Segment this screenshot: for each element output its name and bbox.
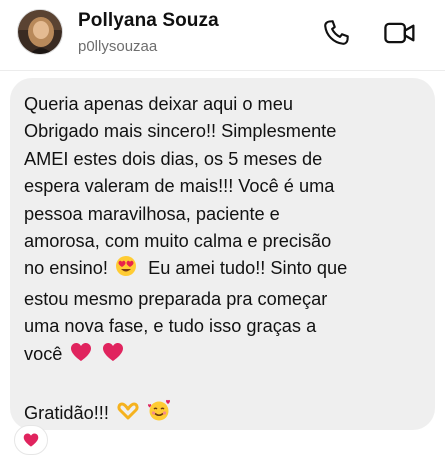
avatar[interactable] (17, 9, 63, 55)
message-line: Queria apenas deixar aqui o meu (24, 94, 293, 114)
voice-call-button[interactable] (318, 16, 354, 50)
message-line: uma nova fase, e tudo isso graças a (24, 316, 317, 337)
contact-handle: p0llysouzaa (78, 38, 158, 55)
heart-hands-emoji (116, 400, 140, 430)
message-line: você (24, 341, 423, 371)
chat-screen: Pollyana Souza p0llysouzaa Queria apenas… (0, 0, 445, 473)
message-text: no ensino! (24, 258, 108, 279)
heart-eyes-emoji (115, 255, 137, 285)
message-bubble[interactable]: Queria apenas deixar aqui o meu Obrigado… (10, 78, 435, 430)
message-text: Gratidão!!! (24, 403, 109, 424)
message-text: Eu amei tudo!! Sinto que (148, 258, 348, 279)
video-call-button[interactable] (382, 16, 418, 50)
message-line: espera valeram de mais!!! Você é uma (24, 176, 335, 197)
message-line: AMEI estes dois dias, os 5 meses de (24, 148, 323, 169)
message-text: você (24, 343, 63, 364)
message-line: no ensino! Eu amei tudo!! Sinto que (24, 255, 423, 285)
message-line: Obrigado mais sincero!! Simplesmente (24, 121, 337, 142)
message-line: estou mesmo preparada pra começar (24, 288, 328, 309)
phone-icon (324, 20, 349, 45)
avatar-photo (18, 10, 62, 54)
video-camera-icon (384, 22, 415, 44)
message-reaction[interactable] (14, 425, 48, 455)
message-line: Gratidão!!! (24, 398, 423, 430)
red-heart-emoji (101, 341, 125, 371)
message-line: amorosa, com muito calma e precisão (24, 231, 332, 252)
message-line: pessoa maravilhosa, paciente e (24, 203, 280, 224)
smiling-face-with-hearts-emoji (147, 398, 171, 430)
chat-header: Pollyana Souza p0llysouzaa (0, 0, 445, 71)
red-heart-icon (23, 433, 39, 447)
contact-name[interactable]: Pollyana Souza (78, 10, 219, 32)
red-heart-emoji (69, 341, 93, 371)
